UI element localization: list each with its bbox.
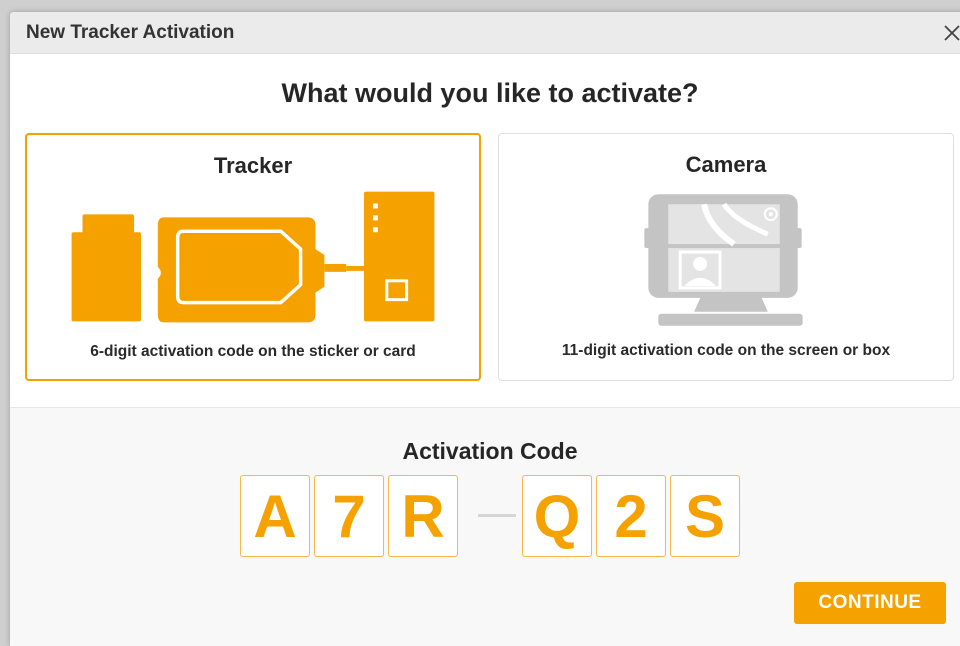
code-separator bbox=[478, 514, 516, 517]
code-digit-4[interactable]: Q bbox=[522, 475, 592, 557]
continue-button[interactable]: CONTINUE bbox=[794, 582, 946, 624]
tracker-devices-icon bbox=[71, 191, 435, 323]
code-digit-1[interactable]: A bbox=[240, 475, 310, 557]
dialog-titlebar: New Tracker Activation bbox=[10, 12, 960, 54]
page-title: What would you like to activate? bbox=[281, 78, 699, 108]
code-digit-2[interactable]: 7 bbox=[314, 475, 384, 557]
close-icon[interactable] bbox=[940, 21, 960, 45]
activation-code-label: Activation Code bbox=[402, 438, 578, 464]
camera-option-card[interactable]: Camera 11-digit activation code on the s… bbox=[498, 133, 954, 381]
code-digit-6[interactable]: S bbox=[670, 475, 740, 557]
camera-option-title: Camera bbox=[685, 152, 767, 177]
dialog-title: New Tracker Activation bbox=[26, 21, 235, 43]
dash-camera-icon bbox=[644, 194, 803, 326]
activation-dialog: Activation Code A 7 R Q 2 S New Tracker … bbox=[10, 12, 960, 646]
code-digit-5[interactable]: 2 bbox=[596, 475, 666, 557]
tracker-option-description: 6-digit activation code on the sticker o… bbox=[90, 343, 416, 360]
camera-option-description: 11-digit activation code on the screen o… bbox=[561, 342, 891, 359]
tracker-option-card[interactable]: Tracker 6-digit activation code on the s… bbox=[25, 133, 481, 381]
code-digit-3[interactable]: R bbox=[388, 475, 458, 557]
tracker-option-title: Tracker bbox=[213, 153, 293, 178]
